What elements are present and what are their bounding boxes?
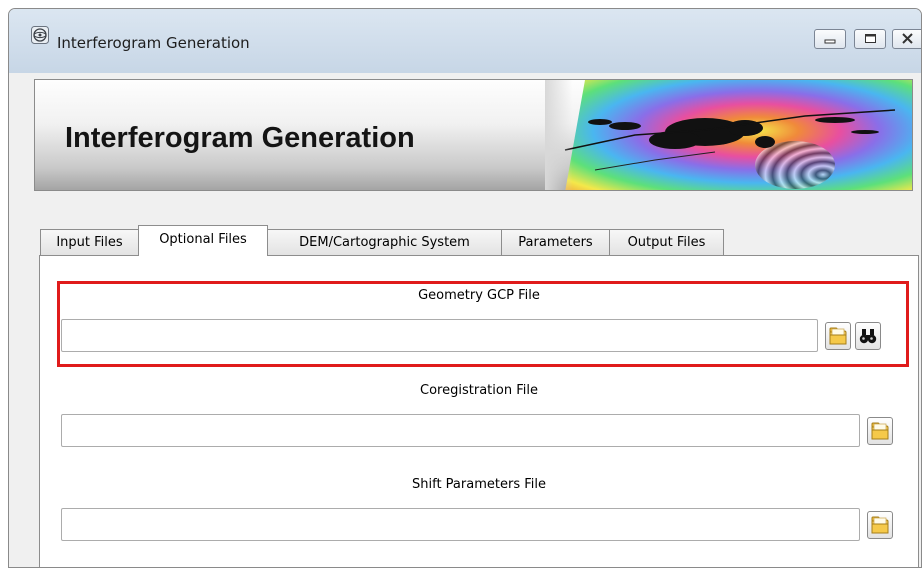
minimize-button[interactable] [814,29,846,49]
title-bar[interactable]: Interferogram Generation [9,9,921,73]
optional-files-panel: Geometry GCP File Coregistration File Sh… [39,255,919,567]
maximize-button[interactable] [854,29,886,49]
folder-icon [871,516,889,534]
folder-icon [829,327,847,345]
minimize-icon [824,39,836,44]
geometry-gcp-label: Geometry GCP File [418,288,540,303]
banner-title: Interferogram Generation [65,122,415,154]
window: Interferogram Generation Interferogram G… [8,8,922,568]
shift-parameters-browse-button[interactable] [867,511,893,539]
folder-icon [871,422,889,440]
tab-dem-cartographic-system[interactable]: DEM/Cartographic System [267,229,502,255]
window-title: Interferogram Generation [57,34,250,52]
close-icon [902,33,913,44]
binoculars-icon [859,329,877,344]
shift-parameters-label: Shift Parameters File [412,477,546,492]
tab-output-files[interactable]: Output Files [609,229,724,255]
close-button[interactable] [892,29,921,49]
interferogram-image [545,80,912,190]
shift-parameters-input[interactable] [61,508,860,541]
geometry-gcp-search-button[interactable] [855,322,881,350]
tab-optional-files[interactable]: Optional Files [138,225,268,256]
geometry-gcp-input[interactable] [61,319,818,352]
app-icon [31,26,49,44]
maximize-icon [865,34,876,43]
coregistration-browse-button[interactable] [867,417,893,445]
tab-input-files[interactable]: Input Files [40,229,139,255]
coregistration-input[interactable] [61,414,860,447]
geometry-gcp-browse-button[interactable] [825,322,851,350]
header-banner: Interferogram Generation [34,79,913,191]
tab-parameters[interactable]: Parameters [501,229,610,255]
coregistration-label: Coregistration File [420,383,538,398]
